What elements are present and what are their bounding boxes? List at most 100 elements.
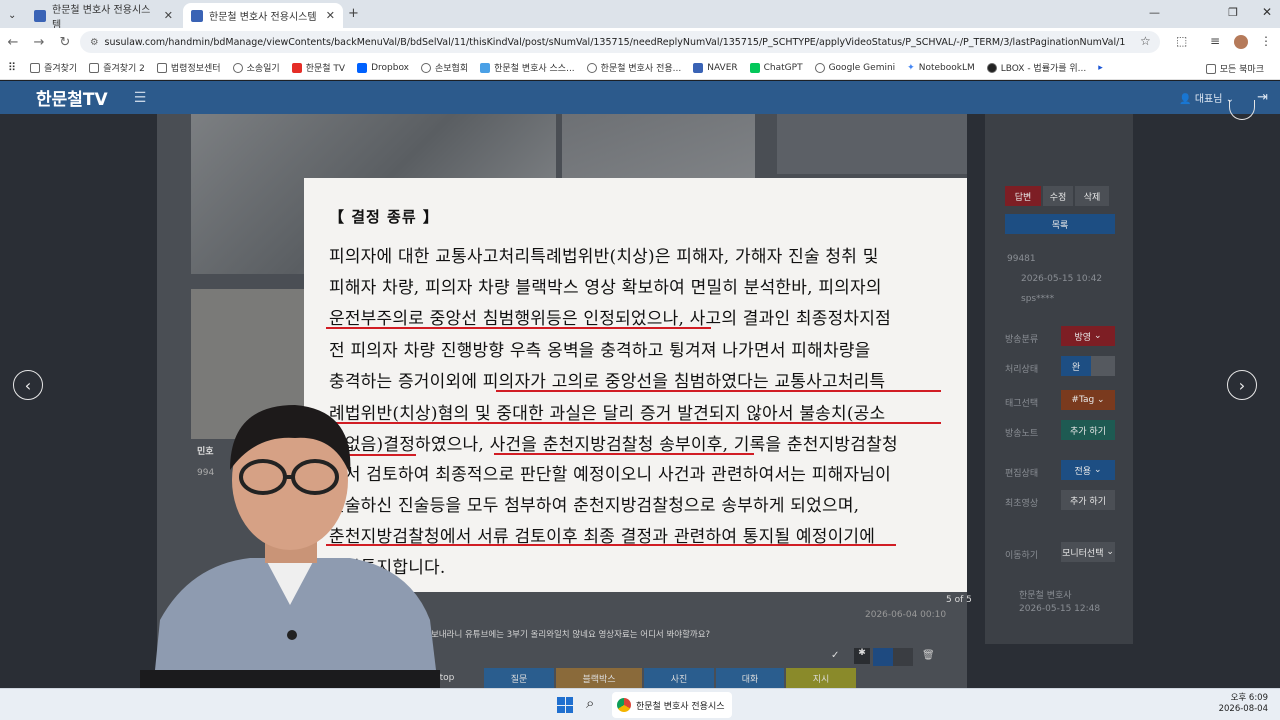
list-button[interactable]: 목록 [1005, 214, 1115, 234]
bookmark[interactable]: Google Gemini [814, 62, 895, 73]
delete-button[interactable]: 삭제 [1075, 186, 1109, 206]
taskbar-chrome-app[interactable]: 한문철 변호사 전용시스 [612, 692, 732, 718]
search-icon[interactable]: ⌕ [586, 694, 594, 712]
status-toggle-off[interactable] [1091, 356, 1115, 376]
lbox-icon: ▸ [1098, 62, 1103, 73]
bookmark-label: 소송일기 [246, 64, 280, 74]
bottom-tab-blackbox[interactable]: 블랙박스 [556, 668, 642, 688]
bookmark-label: 한문철 변호사 전용... [600, 64, 682, 74]
add-note-button[interactable]: 추가 하기 [1061, 420, 1115, 440]
app-logo[interactable]: 한문철TV [36, 85, 108, 110]
site-info-icon[interactable]: ⚙ [90, 37, 99, 48]
field-label: 방송분류 [1005, 335, 1039, 345]
user-menu[interactable]: 👤 대표님 ⌄ [1179, 90, 1234, 105]
bottom-tab-question[interactable]: 질문 [484, 668, 554, 688]
bookmark[interactable]: ✦ NotebookLM [907, 63, 975, 73]
check-icon[interactable]: ✓ [831, 650, 839, 661]
post-date: 2026-05-15 10:42 [1021, 274, 1103, 284]
trash-icon[interactable]: 🗑 [922, 650, 935, 661]
bookmark-label: LBOX - 법률가를 위... [1000, 64, 1087, 74]
document-line: 피의자에 대한 교통사고처리특례법위반(치상)은 피해자, 가해자 진술 청취 … [329, 247, 879, 267]
star-icon[interactable]: ☆ [1140, 34, 1151, 48]
bookmark-label: 한문철 TV [305, 64, 346, 74]
bookmark[interactable]: ChatGPT [749, 62, 803, 73]
new-tab-icon[interactable]: + [348, 6, 359, 21]
app-header: 한문철TV ☰ 👤 대표님 ⌄ ⇥ [0, 81, 1280, 114]
bookmark[interactable]: LBOX - 법률가를 위... [986, 61, 1087, 74]
tag-select[interactable]: #Tag ⌄ [1061, 390, 1115, 410]
broadcast-select[interactable]: 방영 ⌄ [1061, 326, 1115, 346]
button-label: 추가 하기 [1070, 496, 1106, 507]
system-clock[interactable]: 오후 6:09 2026-08-04 [1219, 693, 1268, 715]
restore-icon[interactable]: ❐ [1228, 6, 1238, 19]
minimize-icon[interactable]: — [1149, 6, 1160, 19]
back-icon[interactable]: ← [0, 35, 26, 50]
page-indicator: 5 of 5 [946, 595, 972, 605]
right-panel: 답변 수정 삭제 목록 99481 2026-05-15 10:42 sps**… [985, 114, 1133, 644]
highlight-underline [496, 390, 941, 392]
bookmark-label: 법령정보센터 [170, 64, 221, 74]
count-box[interactable] [873, 648, 893, 666]
bookmark[interactable]: ▸ [1098, 63, 1107, 73]
bookmarks-bar: ⠿ 즐겨찾기 즐겨찾기 2 법령정보센터 소송일기 한문철 TV Dropbox… [0, 56, 1280, 80]
add-video-button[interactable]: 추가 하기 [1061, 490, 1115, 510]
bookmark[interactable]: 한문철 TV [291, 61, 346, 74]
bookmark[interactable]: 즐겨찾기 2 [89, 61, 145, 74]
address-bar[interactable]: ⚙ susulaw.com/handmin/bdManage/viewConte… [80, 31, 1160, 53]
field-label: 편집상태 [1005, 469, 1039, 479]
forward-icon[interactable]: → [26, 35, 52, 50]
bookmark[interactable]: 한문철 변호사 스스... [480, 61, 575, 74]
all-bookmarks[interactable]: 모든 북마크 [1205, 62, 1264, 75]
pin-icon[interactable]: ✱ [854, 648, 870, 664]
count-box[interactable] [893, 648, 913, 666]
bookmark[interactable]: NAVER [693, 62, 738, 73]
button-label: 답변 [1014, 192, 1032, 203]
move-select[interactable]: 모니터선택 ⌄ [1061, 542, 1115, 562]
bottom-tab-instruction[interactable]: 지시 [786, 668, 856, 688]
bookmark-label: 손보협회 [435, 64, 469, 74]
bookmark[interactable]: 한문철 변호사 전용... [586, 61, 682, 74]
status-toggle[interactable]: 완 [1061, 356, 1091, 376]
bookmark[interactable]: 손보협회 [421, 61, 468, 74]
edit-button[interactable]: 수정 [1043, 186, 1073, 206]
youtube-icon [291, 62, 302, 73]
folder-icon [1205, 63, 1216, 74]
bottom-tab-chat[interactable]: 대화 [716, 668, 784, 688]
highlight-underline [326, 327, 711, 329]
apps-icon[interactable]: ⠿ [8, 61, 16, 74]
presenter-video [140, 405, 442, 720]
site-favicon-icon [34, 9, 46, 22]
logout-icon[interactable]: ⇥ [1257, 90, 1268, 105]
media-icon[interactable]: ≡ [1210, 34, 1220, 48]
close-icon[interactable]: ✕ [164, 9, 173, 22]
edit-status-select[interactable]: 전용 ⌄ [1061, 460, 1115, 480]
hamburger-icon[interactable]: ☰ [134, 90, 147, 106]
bookmark[interactable]: Dropbox [357, 62, 409, 73]
field-label: 방송노트 [1005, 429, 1039, 439]
taskbar: ⌕ 한문철 변호사 전용시스 오후 6:09 2026-08-04 [0, 688, 1280, 720]
clock-time: 오후 6:09 [1230, 693, 1268, 703]
bottom-tab-photo[interactable]: 사진 [644, 668, 714, 688]
reload-icon[interactable]: ↻ [52, 35, 78, 50]
chevron-down-icon: ⌄ [8, 10, 17, 21]
bookmark[interactable]: 소송일기 [232, 61, 280, 74]
tab-2[interactable]: 한문철 변호사 전용시스템 ✕ [183, 3, 343, 28]
gemini-icon: ✦ [907, 62, 915, 73]
prev-arrow-icon[interactable]: ‹ [13, 370, 43, 400]
avatar[interactable] [1234, 35, 1248, 49]
bookmark-label: 한문철 변호사 스스... [494, 64, 575, 74]
tab-list-button[interactable]: ⌄ [4, 3, 26, 28]
windows-start-icon[interactable] [557, 697, 573, 713]
next-arrow-icon[interactable]: › [1227, 370, 1257, 400]
close-icon[interactable]: ✕ [326, 9, 335, 22]
bookmark-label: 즐겨찾기 [44, 64, 78, 74]
reply-button[interactable]: 답변 [1005, 186, 1041, 206]
menu-icon[interactable]: ⋮ [1260, 34, 1272, 48]
extensions-icon[interactable]: ⬚ [1176, 34, 1187, 48]
toggle-value: 완 [1071, 362, 1081, 373]
bookmark[interactable]: 즐겨찾기 [30, 61, 77, 74]
close-window-icon[interactable]: ✕ [1262, 5, 1272, 19]
tab-1[interactable]: 한문철 변호사 전용시스템 ✕ [26, 3, 181, 31]
browser-tab-strip: ⌄ 한문철 변호사 전용시스템 ✕ 한문철 변호사 전용시스템 ✕ + — ❐ … [0, 0, 1280, 31]
bookmark[interactable]: 법령정보센터 [156, 61, 221, 74]
